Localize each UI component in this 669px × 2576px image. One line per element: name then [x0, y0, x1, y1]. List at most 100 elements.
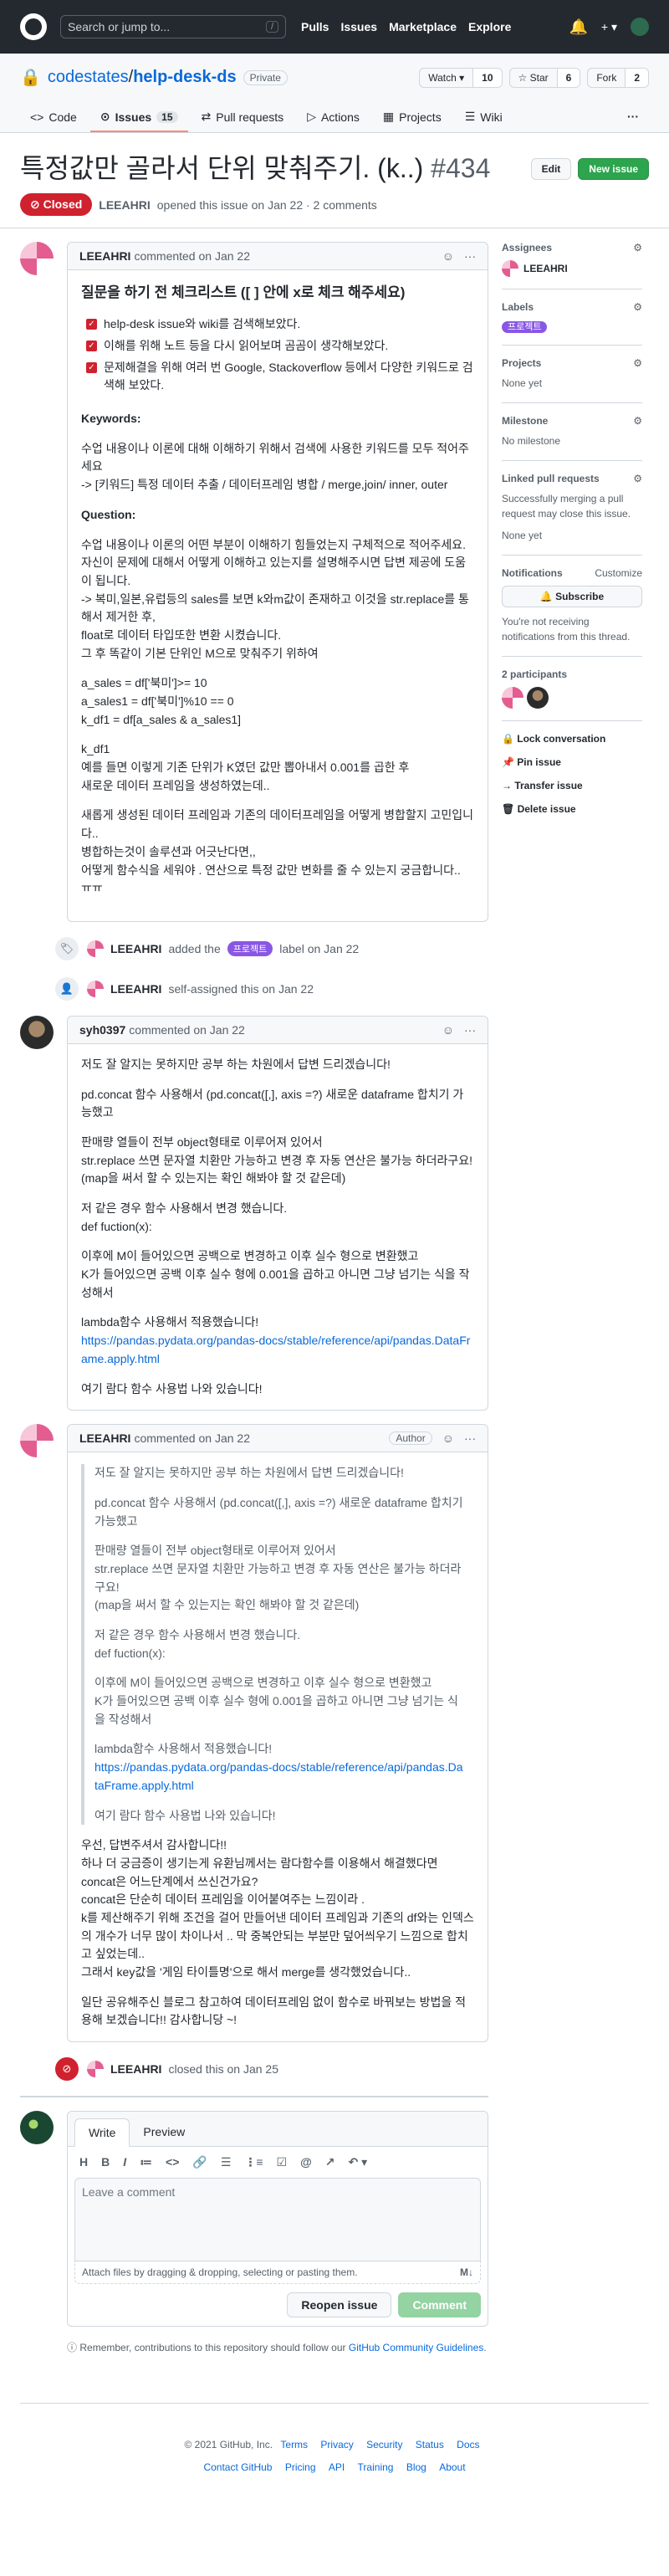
footer-link[interactable]: Training — [358, 2461, 394, 2473]
comment-item: syh0397 commented on Jan 22 ☺ ··· 저도 잘 알지는… — [20, 1015, 488, 1411]
gear-icon[interactable]: ⚙ — [633, 301, 642, 313]
docs-link[interactable]: https://pandas.pydata.org/pandas-docs/st… — [94, 1760, 463, 1792]
participant-avatar[interactable] — [502, 687, 523, 709]
quote-icon[interactable]: ≔ — [140, 2155, 152, 2169]
tab-actions[interactable]: ▷ Actions — [297, 103, 370, 132]
participant-avatar[interactable] — [527, 687, 549, 709]
comment-textarea[interactable]: Leave a comment — [74, 2178, 481, 2262]
nav-issues[interactable]: Issues — [340, 20, 377, 33]
delete-issue[interactable]: 🗑 Delete issue — [502, 803, 642, 815]
avatar — [87, 2061, 104, 2078]
kebab-menu-icon[interactable]: ··· — [464, 249, 476, 263]
repo-owner-link[interactable]: codestates — [48, 68, 129, 87]
comment-date[interactable]: commented on Jan 22 — [134, 1431, 250, 1445]
label-badge[interactable]: 프로젝트 — [502, 321, 548, 333]
issue-title: 특정값만 골라서 단위 맞춰주기. (k..) #434 — [20, 153, 491, 183]
tab-issues[interactable]: ⊙ Issues 15 — [89, 103, 188, 132]
watch-button[interactable]: Watch ▾ 10 — [419, 67, 503, 88]
footer: © 2021 GitHub, Inc. Terms Privacy Securi… — [20, 2403, 649, 2478]
footer-link[interactable]: Terms — [280, 2439, 308, 2451]
footer-link[interactable]: Docs — [457, 2439, 479, 2451]
tab-pull-requests[interactable]: ⇄ Pull requests — [192, 103, 294, 132]
bold-icon[interactable]: B — [101, 2155, 110, 2169]
footer-link[interactable]: Contact GitHub — [203, 2461, 272, 2473]
checklist-heading: 질문을 하기 전 체크리스트 ([ ] 안에 x로 체크 해주세요) — [81, 284, 406, 300]
footer-link[interactable]: Security — [366, 2439, 402, 2451]
create-new-menu[interactable]: + ▾ — [601, 20, 617, 34]
preview-tab[interactable]: Preview — [130, 2118, 198, 2146]
markdown-toolbar: H B I ≔ <> 🔗 ☰ ⋮≡ ☑ @ ↗ ↶ ▾ — [68, 2147, 488, 2178]
project-icon: ▦ — [382, 110, 395, 123]
footer-link[interactable]: Blog — [406, 2461, 426, 2473]
attach-files-area[interactable]: Attach files by dragging & dropping, sel… — [74, 2261, 481, 2285]
mention-icon[interactable]: @ — [300, 2155, 312, 2169]
avatar[interactable] — [20, 1424, 54, 1458]
comment-author[interactable]: LEEAHRI — [79, 249, 130, 263]
footer-link[interactable]: API — [329, 2461, 345, 2473]
avatar — [502, 260, 518, 277]
tab-wiki[interactable]: ☰ Wiki — [455, 103, 513, 132]
link-icon[interactable]: 🔗 — [192, 2155, 207, 2169]
repo-name-link[interactable]: help-desk-ds — [133, 68, 236, 87]
bullet-list-icon[interactable]: ☰ — [221, 2155, 232, 2169]
saved-replies-icon[interactable]: ↶ ▾ — [349, 2155, 368, 2169]
issue-meta: opened this issue on Jan 22 · 2 comments — [156, 197, 377, 212]
customize-link[interactable]: Customize — [595, 567, 642, 579]
gear-icon[interactable]: ⚙ — [633, 415, 642, 427]
avatar[interactable] — [20, 2111, 54, 2145]
comment-author[interactable]: LEEAHRI — [79, 1431, 130, 1445]
reopen-issue-button[interactable]: Reopen issue — [287, 2292, 392, 2318]
docs-link[interactable]: https://pandas.pydata.org/pandas-docs/st… — [81, 1334, 470, 1365]
comment-author[interactable]: syh0397 — [79, 1023, 125, 1037]
user-avatar[interactable] — [631, 18, 649, 36]
nav-explore[interactable]: Explore — [468, 20, 511, 33]
gear-icon[interactable]: ⚙ — [633, 357, 642, 369]
comment-date[interactable]: commented on Jan 22 — [129, 1023, 245, 1037]
comment-button[interactable]: Comment — [398, 2292, 481, 2318]
search-input[interactable]: Search or jump to... / — [60, 15, 286, 38]
gear-icon[interactable]: ⚙ — [633, 473, 642, 484]
edit-button[interactable]: Edit — [530, 158, 572, 180]
tab-code[interactable]: <> Code — [20, 103, 87, 132]
avatar[interactable] — [20, 1015, 54, 1049]
github-logo-icon[interactable] — [20, 13, 47, 40]
nav-marketplace[interactable]: Marketplace — [389, 20, 457, 33]
subscribe-button[interactable]: 🔔 Subscribe — [502, 586, 642, 607]
star-button[interactable]: ☆ Star 6 — [508, 67, 581, 88]
write-tab[interactable]: Write — [74, 2118, 130, 2148]
numbered-list-icon[interactable]: ⋮≡ — [244, 2155, 263, 2169]
bell-icon[interactable]: 🔔 — [569, 18, 587, 36]
footer-link[interactable]: About — [439, 2461, 465, 2473]
quoted-reply: 저도 잘 알지는 못하지만 공부 하는 차원에서 답변 드리겠습니다! pd.c… — [81, 1464, 474, 1826]
code-icon: <> — [30, 110, 44, 124]
heading-icon[interactable]: H — [79, 2155, 88, 2169]
new-issue-button[interactable]: New issue — [578, 158, 649, 180]
visibility-badge: Private — [243, 69, 288, 85]
footer-link[interactable]: Privacy — [320, 2439, 353, 2451]
reference-icon[interactable]: ↗ — [325, 2155, 335, 2169]
kebab-menu-icon[interactable]: ··· — [464, 1023, 476, 1037]
more-tabs-icon[interactable]: ··· — [617, 103, 649, 132]
nav-pulls[interactable]: Pulls — [301, 20, 329, 33]
footer-link[interactable]: Status — [416, 2439, 444, 2451]
lock-conversation[interactable]: 🔒 Lock conversation — [502, 733, 642, 745]
gear-icon[interactable]: ⚙ — [633, 242, 642, 254]
smiley-icon[interactable]: ☺ — [442, 249, 454, 263]
tab-projects[interactable]: ▦ Projects — [373, 103, 452, 132]
footer-link[interactable]: Pricing — [285, 2461, 316, 2473]
task-list-icon[interactable]: ☑ — [277, 2155, 288, 2169]
pin-issue[interactable]: 📌 Pin issue — [502, 756, 642, 768]
transfer-issue[interactable]: → Transfer issue — [502, 780, 642, 791]
copyright: © 2021 GitHub, Inc. — [184, 2439, 273, 2451]
code-icon[interactable]: <> — [166, 2155, 179, 2169]
smiley-icon[interactable]: ☺ — [442, 1023, 454, 1037]
comment-date[interactable]: commented on Jan 22 — [134, 249, 250, 263]
issue-author[interactable]: LEEAHRI — [99, 198, 150, 212]
fork-button[interactable]: Fork 2 — [587, 67, 649, 88]
pull-request-icon: ⇄ — [201, 110, 212, 123]
guidelines-link[interactable]: GitHub Community Guidelines — [349, 2342, 483, 2353]
kebab-menu-icon[interactable]: ··· — [464, 1431, 476, 1445]
avatar[interactable] — [20, 242, 54, 275]
italic-icon[interactable]: I — [123, 2155, 126, 2169]
smiley-icon[interactable]: ☺ — [442, 1431, 454, 1445]
